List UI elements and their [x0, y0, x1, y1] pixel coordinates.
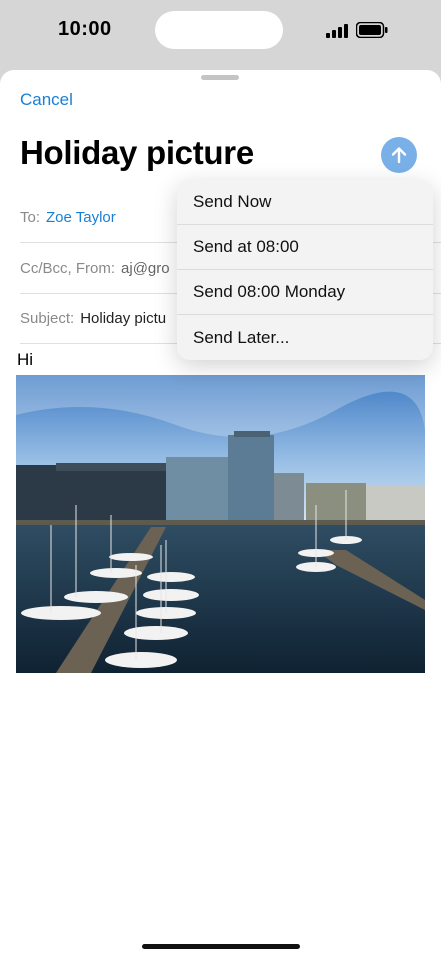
- message-body-text[interactable]: Hi: [17, 350, 33, 370]
- harbor-photo: [16, 375, 425, 673]
- subject-label: Subject:: [20, 309, 75, 327]
- status-bar: 10:00: [0, 0, 441, 62]
- status-time: 10:00: [58, 18, 112, 40]
- arrow-up-icon: [391, 147, 407, 164]
- menu-item-send-at-0800[interactable]: Send at 08:00: [177, 225, 433, 270]
- page-title: Holiday picture: [20, 134, 254, 171]
- menu-item-send-later[interactable]: Send Later...: [177, 315, 433, 360]
- sheet-grabber[interactable]: [201, 75, 239, 80]
- subject-input[interactable]: Holiday pictu: [80, 310, 166, 327]
- cellular-signal-icon: [326, 24, 348, 38]
- to-label: To:: [20, 208, 41, 226]
- cancel-button[interactable]: Cancel: [20, 90, 73, 110]
- from-address[interactable]: aj@gro: [121, 260, 170, 277]
- home-indicator[interactable]: [142, 944, 300, 949]
- dynamic-island: [155, 11, 283, 49]
- menu-item-send-now[interactable]: Send Now: [177, 180, 433, 225]
- send-button[interactable]: [381, 137, 417, 173]
- send-options-menu: Send Now Send at 08:00 Send 08:00 Monday…: [177, 180, 433, 360]
- ccbcc-label: Cc/Bcc, From:: [20, 259, 116, 277]
- attached-photo[interactable]: [16, 375, 425, 673]
- battery-icon: [356, 22, 388, 38]
- menu-item-send-monday[interactable]: Send 08:00 Monday: [177, 270, 433, 315]
- recipient-token[interactable]: Zoe Taylor: [46, 209, 116, 226]
